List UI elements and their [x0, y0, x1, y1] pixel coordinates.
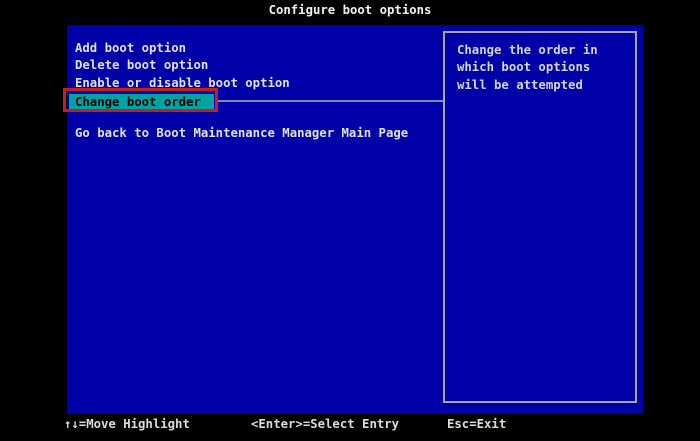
bios-screen: Configure boot options Add boot option D…	[0, 0, 700, 441]
hint-esc-exit: Esc=Exit	[447, 416, 507, 431]
hint-move-highlight: ↑↓=Move Highlight	[64, 416, 190, 431]
menu-item-go-back[interactable]: Go back to Boot Maintenance Manager Main…	[75, 125, 408, 142]
help-panel: Change the order in which boot options w…	[443, 31, 637, 403]
annotation-highlight-box	[63, 88, 218, 112]
menu-item-delete-boot-option[interactable]: Delete boot option	[75, 57, 208, 74]
annotation-leader-line	[218, 99, 443, 102]
footer-keyboard-hints: ↑↓=Move Highlight <Enter>=Select Entry E…	[0, 416, 700, 436]
page-title: Configure boot options	[268, 3, 432, 17]
hint-select-entry: <Enter>=Select Entry	[251, 416, 400, 431]
help-text: Change the order in which boot options w…	[457, 43, 598, 92]
menu-item-add-boot-option[interactable]: Add boot option	[75, 40, 186, 57]
